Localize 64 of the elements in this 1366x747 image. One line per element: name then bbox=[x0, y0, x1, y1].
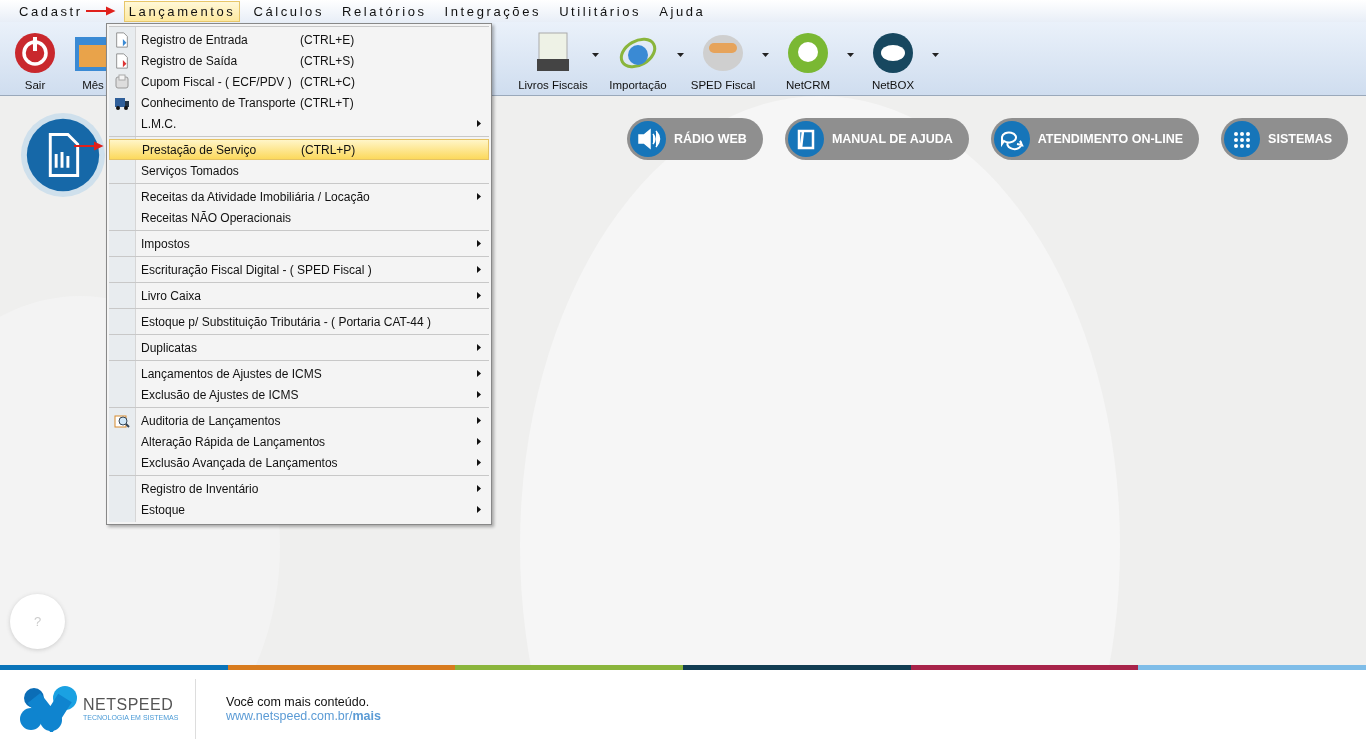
menu-item[interactable]: Registro de Inventário bbox=[109, 478, 489, 499]
menu-item[interactable]: Cupom Fiscal - ( ECF/PDV ) (CTRL+C) bbox=[109, 71, 489, 92]
menu-item[interactable]: Exclusão de Ajustes de ICMS bbox=[109, 384, 489, 405]
submenu-arrow-icon bbox=[477, 459, 481, 466]
submenu-arrow-icon bbox=[477, 438, 481, 445]
submenu-arrow-icon bbox=[477, 120, 481, 127]
submenu-arrow-icon bbox=[477, 417, 481, 424]
speaker-icon bbox=[629, 121, 666, 157]
menu-item[interactable]: Estoque bbox=[109, 499, 489, 520]
book-icon bbox=[787, 121, 824, 157]
caret-icon[interactable] bbox=[592, 53, 599, 57]
menu-item[interactable]: Exclusão Avançada de Lançamentos bbox=[109, 452, 489, 473]
submenu-arrow-icon bbox=[477, 485, 481, 492]
brand-name: NETSPEED bbox=[83, 696, 175, 714]
submenu-arrow-icon bbox=[477, 266, 481, 273]
menu-item[interactable]: Receitas NÃO Operacionais bbox=[109, 207, 489, 228]
toolbar-button[interactable]: SPED Fiscal bbox=[688, 31, 758, 91]
submenu-arrow-icon bbox=[477, 344, 481, 351]
menu-item[interactable]: Conhecimento de Transporte (CTRL+T) bbox=[109, 92, 489, 113]
submenu-arrow-icon bbox=[477, 292, 481, 299]
slogan-text: Você com mais conteúdo. bbox=[226, 694, 371, 709]
menu-item[interactable]: Duplicatas bbox=[109, 337, 489, 358]
pointer-arrow-annotation bbox=[86, 4, 116, 18]
toolbar-button[interactable]: NetBOX bbox=[858, 31, 928, 91]
menu-bar-item[interactable]: Utilitários bbox=[554, 0, 647, 22]
menu-bar-item[interactable]: Lançamentos bbox=[123, 0, 241, 22]
menu-item[interactable]: Alteração Rápida de Lançamentos bbox=[109, 431, 489, 452]
document-out-icon bbox=[114, 52, 130, 69]
submenu-arrow-icon bbox=[477, 370, 481, 377]
pointer-arrow-annotation bbox=[74, 139, 104, 153]
menu-bar-item[interactable]: Cálculos bbox=[248, 0, 330, 22]
toolbar-button[interactable]: Sair bbox=[6, 31, 64, 91]
menu-item[interactable]: Impostos bbox=[109, 233, 489, 254]
submenu-arrow-icon bbox=[477, 240, 481, 247]
menu-item[interactable]: Livro Caixa bbox=[109, 285, 489, 306]
menu-item[interactable]: Lançamentos de Ajustes de ICMS bbox=[109, 363, 489, 384]
toolbar-button[interactable]: Livros Fiscais bbox=[518, 31, 588, 91]
menu-bar-item[interactable]: Ajuda bbox=[654, 0, 711, 22]
menu-item[interactable]: Receitas da Atividade Imobiliária / Locação bbox=[109, 186, 489, 207]
caret-icon[interactable] bbox=[762, 53, 769, 57]
menu-item[interactable]: Escrituração Fiscal Digital - ( SPED Fiscal ) bbox=[109, 259, 489, 280]
menu-item[interactable]: Serviços Tomados bbox=[109, 160, 489, 181]
menu-item[interactable]: Registro de Entrada (CTRL+E) bbox=[109, 29, 489, 50]
magnifier-document-icon bbox=[114, 412, 130, 429]
caret-icon[interactable] bbox=[932, 53, 939, 57]
power-icon bbox=[13, 31, 57, 75]
apps-grid-icon bbox=[1224, 121, 1261, 157]
submenu-arrow-icon bbox=[477, 391, 481, 398]
submenu-arrow-icon bbox=[477, 506, 481, 513]
caret-icon[interactable] bbox=[847, 53, 854, 57]
menu-item[interactable]: Auditoria de Lançamentos bbox=[109, 410, 489, 431]
menu-item[interactable]: L.M.C. bbox=[109, 113, 489, 134]
menu-item[interactable]: Registro de Saída (CTRL+S) bbox=[109, 50, 489, 71]
menu-item[interactable]: Estoque p/ Substituição Tributária - ( Portaria CAT-44 ) bbox=[109, 311, 489, 332]
document-in-icon bbox=[114, 31, 130, 48]
submenu-arrow-icon bbox=[477, 193, 481, 200]
caret-icon[interactable] bbox=[677, 53, 684, 57]
menu-bar-item[interactable]: Relatórios bbox=[337, 0, 432, 22]
menu-item[interactable]: Prestação de Serviço (CTRL+P) bbox=[109, 139, 489, 160]
toolbar-button[interactable]: NetCRM bbox=[773, 31, 843, 91]
toolbar-button[interactable]: Importação bbox=[603, 31, 673, 91]
netspeed-logo-icon bbox=[19, 685, 79, 732]
menu-bar-item[interactable]: Cadastr bbox=[14, 0, 88, 22]
menu-bar-item[interactable]: Integrações bbox=[439, 0, 547, 22]
